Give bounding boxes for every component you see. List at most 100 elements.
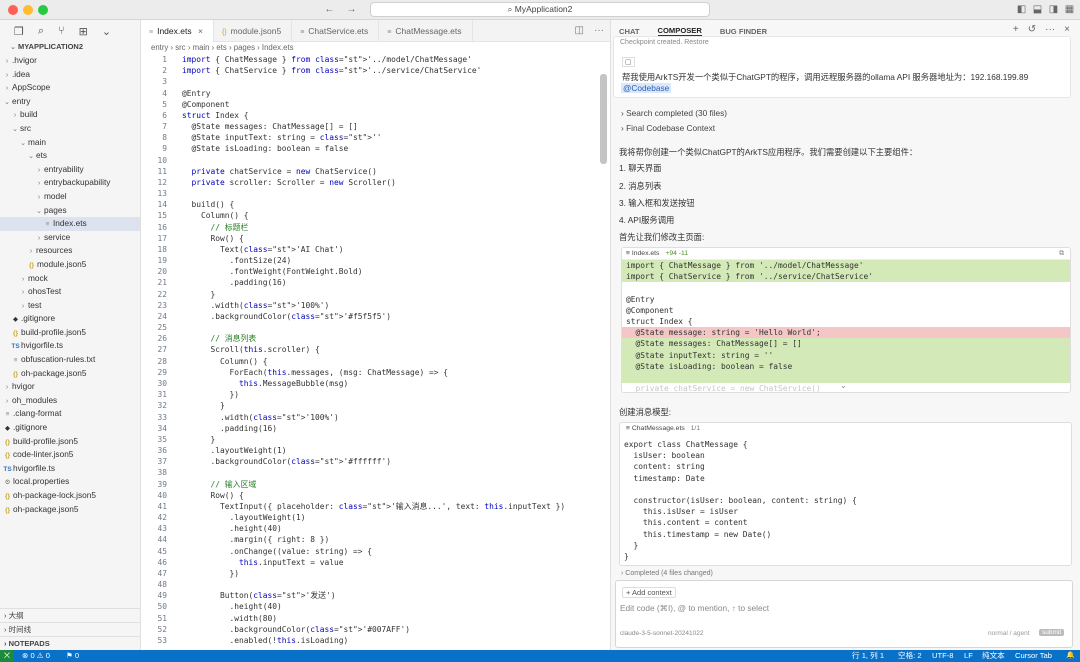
bell-icon[interactable]: 🔔 bbox=[1066, 650, 1075, 662]
code-line[interactable]: 44 .margin({ right: 8 }) bbox=[141, 534, 610, 545]
tree-item[interactable]: {} code-linter.json5 bbox=[0, 448, 140, 462]
composer-input[interactable]: Edit code (⌘I), @ to mention, ↑ to selec… bbox=[620, 603, 769, 613]
completed-row[interactable]: › Completed (4 files changed) bbox=[621, 570, 713, 577]
code-line[interactable]: 5 @Component bbox=[141, 99, 610, 110]
layout-icon[interactable]: ▦ bbox=[1063, 3, 1076, 16]
code-line[interactable]: 8 @State inputText: string = class="st">… bbox=[141, 132, 610, 143]
close-icon[interactable]: × bbox=[1064, 24, 1070, 35]
code-line[interactable]: 25 bbox=[141, 322, 610, 333]
code-line[interactable]: 10 bbox=[141, 155, 610, 166]
code-line[interactable]: 11 private chatService = new ChatService… bbox=[141, 166, 610, 177]
search-icon[interactable]: ⌕ bbox=[38, 25, 44, 38]
tab-bug-finder[interactable]: BUG FINDER bbox=[720, 27, 767, 36]
tree-item[interactable]: ≡ .clang-format bbox=[0, 407, 140, 421]
code-line[interactable]: 34 .padding(16) bbox=[141, 423, 610, 434]
code-line[interactable]: 30 this.MessageBubble(msg) bbox=[141, 378, 610, 389]
back-arrow-icon[interactable]: ← bbox=[323, 3, 336, 16]
tab-module-json5[interactable]: {} module.json5 bbox=[214, 20, 293, 42]
outline-section[interactable]: › 大纲 bbox=[0, 608, 141, 622]
tree-item[interactable]: › hvigor bbox=[0, 380, 140, 394]
tree-item[interactable]: {} build-profile.json5 bbox=[0, 435, 140, 449]
minimize-window-button[interactable] bbox=[23, 5, 33, 15]
copy-icon[interactable]: ⧉ bbox=[1059, 248, 1064, 260]
code-line[interactable]: 53 .enabled(!this.isLoading) bbox=[141, 635, 610, 646]
code-line[interactable]: 45 .onChange((value: string) => { bbox=[141, 546, 610, 557]
code-line[interactable]: 22 } bbox=[141, 289, 610, 300]
tree-item[interactable]: › .idea bbox=[0, 68, 140, 82]
code-line[interactable]: 37 .backgroundColor(class="st">'#ffffff'… bbox=[141, 456, 610, 467]
code-line[interactable]: 46 this.inputText = value bbox=[141, 557, 610, 568]
tree-item[interactable]: › service bbox=[0, 231, 140, 245]
tree-item[interactable]: › AppScope bbox=[0, 81, 140, 95]
tree-item[interactable]: {} build-profile.json5 bbox=[0, 326, 140, 340]
more-icon[interactable]: ··· bbox=[1045, 24, 1055, 35]
code-line[interactable]: 47 }) bbox=[141, 568, 610, 579]
code-line[interactable]: 40 Row() { bbox=[141, 490, 610, 501]
code-line[interactable]: 48 bbox=[141, 579, 610, 590]
code-line[interactable]: 36 .layoutWeight(1) bbox=[141, 445, 610, 456]
diff-block-chatmessage[interactable]: ≡ ChatMessage.ets 1/1 export class ChatM… bbox=[619, 422, 1072, 566]
tree-item[interactable]: › resources bbox=[0, 244, 140, 258]
tree-item[interactable]: ⚙ local.properties bbox=[0, 475, 140, 489]
checkpoint-text[interactable]: Checkpoint created. Restore bbox=[620, 39, 709, 46]
code-line[interactable]: 28 Column() { bbox=[141, 356, 610, 367]
code-line[interactable]: 4 @Entry bbox=[141, 88, 610, 99]
cursor-position[interactable]: 行 1, 列 1 bbox=[852, 650, 884, 662]
tree-item[interactable]: › model bbox=[0, 190, 140, 204]
code-line[interactable]: 51 .width(80) bbox=[141, 613, 610, 624]
split-editor-icon[interactable]: ◫ bbox=[575, 20, 584, 41]
toggle-panel-icon[interactable]: ⬓ bbox=[1031, 3, 1044, 16]
add-context-button[interactable]: + Add context bbox=[622, 587, 676, 598]
code-line[interactable]: 15 Column() { bbox=[141, 210, 610, 221]
files-icon[interactable]: ❐ bbox=[14, 25, 24, 38]
diff-block-index[interactable]: ≡ Index.ets +94 -11 ⧉ import { ChatMessa… bbox=[621, 247, 1071, 393]
tree-item[interactable]: ⌄ main bbox=[0, 136, 140, 150]
code-line[interactable]: 52 .backgroundColor(class="st">'#007AFF'… bbox=[141, 624, 610, 635]
code-line[interactable]: 2 import { ChatService } from class="st">… bbox=[141, 65, 610, 76]
add-icon[interactable]: + bbox=[1013, 24, 1019, 35]
tree-item[interactable]: ⌄ ets bbox=[0, 149, 140, 163]
tree-item[interactable]: › build bbox=[0, 108, 140, 122]
history-icon[interactable]: ↺ bbox=[1028, 24, 1036, 35]
tab-chatservice-ets[interactable]: ≡ ChatService.ets bbox=[292, 20, 380, 42]
encoding[interactable]: UTF-8 bbox=[932, 650, 954, 662]
tree-item[interactable]: ≡ obfuscation-rules.txt bbox=[0, 353, 140, 367]
model-selector[interactable]: claude-3-5-sonnet-20241022 bbox=[620, 630, 703, 637]
code-line[interactable]: 42 .layoutWeight(1) bbox=[141, 512, 610, 523]
expand-chevron-icon[interactable]: ⌄ bbox=[840, 381, 847, 390]
tree-item[interactable]: TShvigorfile.ts bbox=[0, 339, 140, 353]
code-line[interactable]: 41 TextInput({ placeholder: class="st">'… bbox=[141, 501, 610, 512]
more-actions-icon[interactable]: ··· bbox=[594, 20, 604, 41]
tree-item[interactable]: › test bbox=[0, 299, 140, 313]
code-line[interactable]: 39 // 输入区域 bbox=[141, 479, 610, 490]
tab-chat[interactable]: CHAT bbox=[619, 27, 640, 36]
code-line[interactable]: 3 bbox=[141, 76, 610, 87]
tree-item[interactable]: {} module.json5 bbox=[0, 258, 140, 272]
code-line[interactable]: 6 struct Index { bbox=[141, 110, 610, 121]
code-line[interactable]: 31 }) bbox=[141, 389, 610, 400]
tree-item[interactable]: ◆ .gitignore bbox=[0, 421, 140, 435]
code-line[interactable]: 43 .height(40) bbox=[141, 523, 610, 534]
indentation[interactable]: 空格: 2 bbox=[898, 650, 922, 662]
line-ending[interactable]: LF bbox=[964, 650, 973, 662]
tree-item[interactable]: ⌄ entry bbox=[0, 95, 140, 109]
code-area[interactable]: 1 import { ChatMessage } from class="st">… bbox=[141, 54, 610, 646]
ports-indicator[interactable]: ⚑ 0 bbox=[66, 650, 79, 662]
tree-item[interactable]: › ohosTest bbox=[0, 285, 140, 299]
remote-indicator-icon[interactable]: ⨉ bbox=[0, 650, 14, 662]
code-line[interactable]: 38 bbox=[141, 467, 610, 478]
chevron-down-icon[interactable]: ⌄ bbox=[102, 25, 111, 38]
code-line[interactable]: 13 bbox=[141, 188, 610, 199]
code-line[interactable]: 32 } bbox=[141, 400, 610, 411]
code-line[interactable]: 20 .fontWeight(FontWeight.Bold) bbox=[141, 266, 610, 277]
toggle-secondary-sidebar-icon[interactable]: ◨ bbox=[1047, 3, 1060, 16]
tree-item[interactable]: {} oh-package.json5 bbox=[0, 503, 140, 517]
code-line[interactable]: 18 Text(class="st">'AI Chat') bbox=[141, 244, 610, 255]
code-line[interactable]: 17 Row() { bbox=[141, 233, 610, 244]
user-message-card[interactable]: Checkpoint created. Restore ▢ 帮我使用ArkTS开… bbox=[613, 36, 1071, 98]
code-line[interactable]: 26 // 消息列表 bbox=[141, 333, 610, 344]
code-line[interactable]: 14 build() { bbox=[141, 199, 610, 210]
code-line[interactable]: 16 // 标题栏 bbox=[141, 222, 610, 233]
notepads-section[interactable]: › NOTEPADS bbox=[0, 636, 141, 650]
tree-item[interactable]: {} oh-package.json5 bbox=[0, 367, 140, 381]
